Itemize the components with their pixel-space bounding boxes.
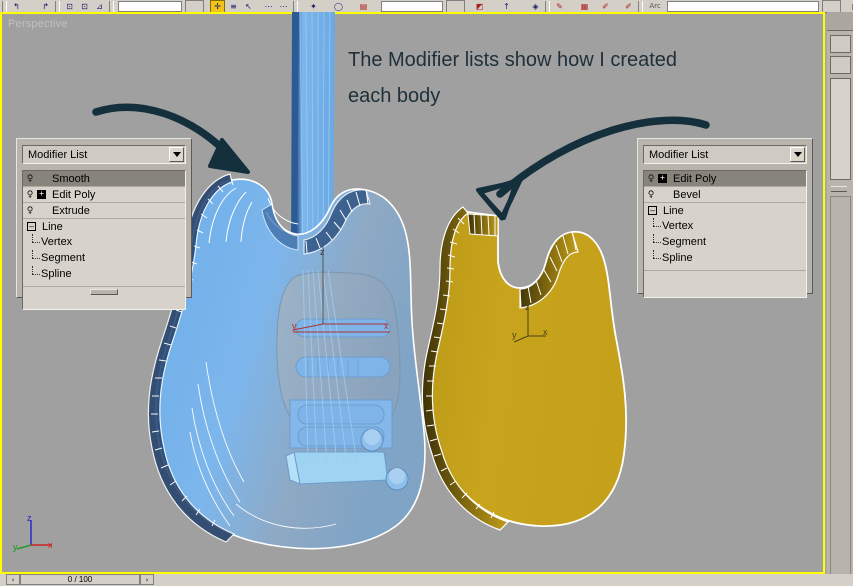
select-object-icon[interactable]: ⊡ [63, 1, 76, 12]
scene-explorer-field[interactable] [667, 0, 819, 12]
modifier-stack-item-edit-poly[interactable]: ♀ + Edit Poly [644, 171, 806, 187]
modifier-label: Edit Poly [673, 172, 717, 185]
curve-editor-icon[interactable]: ◩ [473, 1, 486, 12]
mirror-icon[interactable]: ✦ [307, 1, 320, 12]
stack-empty-area [644, 271, 806, 297]
sub-object-spline[interactable]: Spline [644, 250, 806, 266]
coord-system-dropdown-icon[interactable] [185, 0, 204, 12]
rectangular-selection-region-icon[interactable]: ⊿ [93, 1, 106, 12]
base-object-label: Line [42, 220, 63, 233]
toolbar-separator [55, 0, 60, 12]
named-selection-label: Arc [649, 1, 661, 10]
chevron-down-icon[interactable] [790, 147, 805, 162]
lightbulb-icon[interactable]: ♀ [23, 188, 37, 202]
scene-explorer-dropdown-icon[interactable] [822, 0, 841, 12]
redo-icon[interactable]: ↱ [39, 1, 52, 12]
schematic-view-icon[interactable]: ↑ [500, 1, 513, 12]
left-modifier-panel[interactable]: Modifier List ♀ + Smooth ♀ + Edit Poly ♀… [16, 138, 192, 310]
right-modifier-stack[interactable]: ♀ + Edit Poly ♀ + Bevel – Line Vertex Se… [643, 170, 807, 298]
snaps-toggle-icon[interactable]: ⋯ [262, 1, 275, 12]
chevron-down-icon[interactable] [169, 147, 184, 162]
select-and-move-icon[interactable]: ✛ [210, 0, 225, 12]
minus-box-icon[interactable]: – [648, 206, 657, 215]
modifier-label: Extrude [52, 204, 90, 217]
annotation-line-1: The Modifier lists show how I created [348, 49, 678, 71]
lightbulb-icon[interactable]: ♀ [644, 172, 658, 186]
panel-resize-grip[interactable] [831, 186, 847, 192]
sub-object-segment[interactable]: Segment [23, 250, 185, 266]
chevron-right-icon[interactable]: › [140, 574, 154, 585]
status-bar[interactable]: ‹ 0 / 100 › [0, 574, 853, 586]
modifier-label: Edit Poly [52, 188, 96, 201]
undo-icon[interactable]: ↰ [10, 1, 23, 12]
expand-placeholder-icon: + [37, 206, 46, 215]
lightbulb-icon[interactable]: ♀ [23, 172, 37, 186]
annotation-text: The Modifier lists show how I created ea… [348, 42, 768, 114]
quick-render-icon[interactable]: ✐ [599, 1, 612, 12]
modifier-stack-item-smooth[interactable]: ♀ + Smooth [23, 171, 185, 187]
viewport-label[interactable]: Perspective [8, 18, 68, 30]
time-field[interactable]: 0 / 100 [20, 574, 140, 585]
sub-object-spline[interactable]: Spline [23, 266, 185, 282]
base-object-label: Line [663, 204, 684, 217]
render-frame-icon[interactable]: ▦ [578, 1, 591, 12]
modifier-label: Bevel [673, 188, 701, 201]
render-setup-icon[interactable]: ✎ [553, 1, 566, 12]
lightbulb-icon[interactable]: ♀ [23, 204, 37, 218]
base-object-line[interactable]: – Line [644, 203, 806, 218]
modifier-list-field[interactable] [830, 56, 851, 74]
expand-placeholder-icon: + [37, 174, 46, 183]
toolbar-separator [638, 0, 643, 12]
right-modifier-list-label: Modifier List [649, 148, 709, 161]
sub-object-segment[interactable]: Segment [644, 234, 806, 250]
select-and-manipulate-icon[interactable]: ↖ [242, 1, 255, 12]
base-object-line[interactable]: – Line [23, 219, 185, 234]
toolbar-separator [109, 0, 114, 12]
angle-snap-icon[interactable]: ⋯ [277, 1, 290, 12]
expand-plus-icon[interactable]: + [658, 174, 667, 183]
modifier-stack-item-bevel[interactable]: ♀ + Bevel [644, 187, 806, 203]
render-production-icon[interactable]: ✐ [622, 1, 635, 12]
right-modifier-panel[interactable]: Modifier List ♀ + Edit Poly ♀ + Bevel – … [637, 138, 813, 298]
modifier-stack-list[interactable] [830, 78, 851, 180]
material-editor-icon[interactable]: ◈ [529, 1, 542, 12]
modifier-stack-item-extrude[interactable]: ♀ + Extrude [23, 203, 185, 219]
toolbar-separator [293, 0, 298, 12]
align-icon[interactable]: ◯ [332, 1, 345, 12]
reference-coordinate-system-field[interactable] [118, 0, 182, 12]
expand-plus-icon[interactable]: + [37, 190, 46, 199]
modifier-stack-item-edit-poly[interactable]: ♀ + Edit Poly [23, 187, 185, 203]
named-selection-sets-field[interactable] [381, 0, 443, 12]
toolbar-separator [545, 0, 550, 12]
object-name-field[interactable] [830, 35, 851, 53]
lightbulb-icon[interactable]: ♀ [644, 188, 658, 202]
sub-object-vertex[interactable]: Vertex [644, 218, 806, 234]
expand-placeholder-icon: + [658, 190, 667, 199]
max-application-window: ↰ ↱ ⊡ ⊡ ⊿ ✛ ≡ ↖ ⋯ ⋯ ✦ ◯ ▤ ◩ ↑ ◈ ✎ ▦ ✐ ✐ … [0, 0, 853, 586]
render-to-texture-icon[interactable]: ▥ [849, 1, 853, 12]
named-selection-dropdown-icon[interactable] [446, 0, 465, 12]
chevron-left-icon[interactable]: ‹ [6, 574, 20, 585]
rollout-area[interactable] [830, 196, 851, 574]
command-panel-tabs[interactable] [827, 12, 853, 31]
layer-manager-icon[interactable]: ▤ [357, 1, 370, 12]
select-by-name-icon[interactable]: ⊡ [78, 1, 91, 12]
modifier-label: Smooth [52, 172, 90, 185]
toolbar-separator [2, 0, 7, 12]
use-pivot-point-center-icon[interactable]: ≡ [227, 1, 240, 12]
sub-object-vertex[interactable]: Vertex [23, 234, 185, 250]
right-modifier-list-combo[interactable]: Modifier List [643, 145, 807, 164]
command-panel[interactable] [827, 12, 853, 574]
left-modifier-list-combo[interactable]: Modifier List [22, 145, 186, 164]
annotation-line-2: each body [348, 85, 441, 107]
left-modifier-list-label: Modifier List [28, 148, 88, 161]
minus-box-icon[interactable]: – [27, 222, 36, 231]
panel-resize-grip[interactable] [90, 289, 118, 295]
